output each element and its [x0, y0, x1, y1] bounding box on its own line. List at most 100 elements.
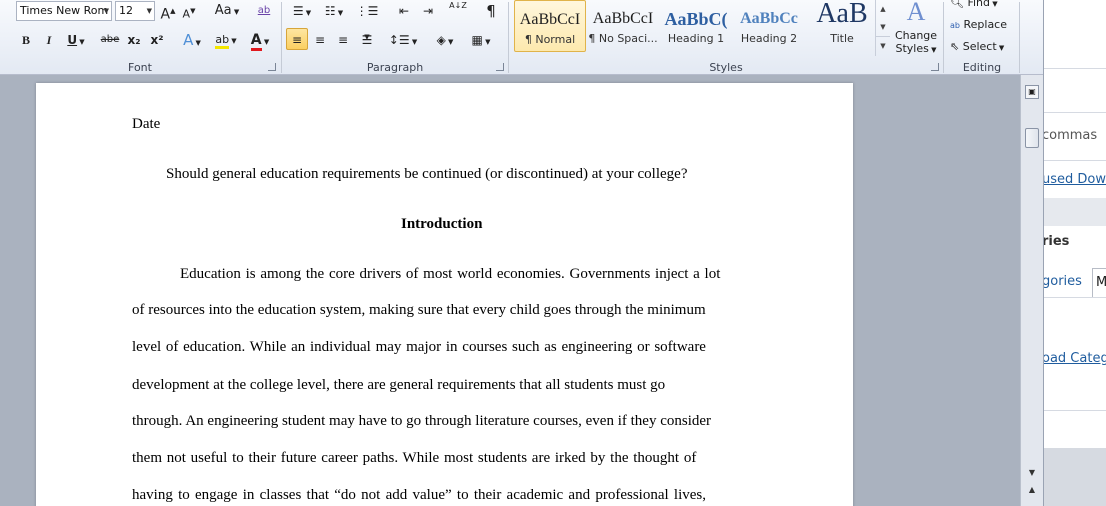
style-label: Heading 1: [667, 32, 725, 45]
style-sample: AaBbC(: [664, 9, 728, 29]
style-label: ¶ No Spaci...: [588, 32, 658, 45]
scroll-down-icon[interactable]: ▼: [1021, 468, 1043, 477]
ruler-toggle-icon[interactable]: ▣: [1025, 85, 1039, 99]
shading-button[interactable]: ◈ ▼: [430, 29, 460, 51]
align-right-button[interactable]: ≡: [333, 29, 353, 51]
divider: [1044, 68, 1106, 69]
chevron-up-icon[interactable]: ▲: [876, 0, 890, 18]
align-left-button[interactable]: ≡: [286, 28, 308, 50]
superscript-icon: x²: [150, 33, 164, 47]
pane-text-commas: commas: [1043, 128, 1098, 143]
numbering-icon: ☷: [324, 4, 336, 18]
dialog-launcher-icon[interactable]: [931, 63, 939, 71]
increase-indent-button[interactable]: ⇥: [418, 0, 438, 22]
chevron-down-icon[interactable]: ▼: [876, 18, 890, 36]
font-size-combo[interactable]: 12 ▼: [115, 1, 155, 21]
cursor-icon: ⇖: [950, 40, 960, 53]
replace-icon: ab: [950, 21, 960, 30]
style-heading-2[interactable]: AaBbCc Heading 2: [733, 0, 805, 52]
pane-tab-m-label: M: [1096, 275, 1106, 290]
clear-formatting-button[interactable]: ab: [254, 0, 274, 22]
italic-button[interactable]: I: [41, 29, 57, 51]
line-spacing-icon: ↕☰: [388, 33, 410, 47]
paragraph-group-label: Paragraph: [366, 61, 424, 74]
document-area: Date Should general education requiremen…: [0, 75, 1020, 506]
pane-band: [1044, 198, 1106, 226]
body-line: development at the college level, there …: [132, 377, 666, 393]
font-color-button[interactable]: A ▼: [246, 29, 274, 51]
style-label: Title: [830, 32, 854, 45]
replace-button[interactable]: ab Replace: [950, 14, 1018, 36]
clear-formatting-icon: ab: [257, 5, 271, 16]
pane-link-used-down[interactable]: used Down: [1044, 172, 1106, 187]
font-family-combo[interactable]: Times New Rom ▼: [16, 1, 112, 21]
font-color-icon: A: [250, 32, 262, 51]
more-icon[interactable]: ▼: [876, 36, 890, 54]
decrease-indent-icon: ⇤: [398, 4, 410, 18]
strikethrough-button[interactable]: abe: [99, 29, 121, 51]
chevron-down-icon: ▼: [146, 7, 152, 15]
superscript-button[interactable]: x²: [148, 29, 166, 51]
bold-button[interactable]: B: [18, 29, 34, 51]
document-page[interactable]: Date Should general education requiremen…: [36, 83, 853, 506]
grow-font-button[interactable]: A▲: [160, 0, 176, 23]
dialog-launcher-icon[interactable]: [496, 63, 504, 71]
previous-page-icon[interactable]: ▲: [1021, 485, 1043, 494]
font-group: Times New Rom ▼ 12 ▼ A▲ A▼ Aa ▼ ab B I U…: [0, 0, 280, 75]
section-heading: Introduction: [401, 216, 483, 232]
change-styles-button[interactable]: A Change Styles ▼: [893, 0, 939, 58]
numbering-button[interactable]: ☷ ▼: [320, 0, 348, 22]
subscript-icon: x₂: [127, 33, 141, 47]
subscript-button[interactable]: x₂: [125, 29, 143, 51]
gallery-scroll[interactable]: ▲ ▼ ▼: [875, 0, 890, 56]
pane-heading-ries: ries: [1043, 234, 1070, 249]
style-title[interactable]: AaB Title: [806, 0, 878, 52]
select-button[interactable]: ⇖ Select ▼: [950, 36, 1018, 58]
scroll-thumb[interactable]: [1025, 128, 1039, 148]
align-center-button[interactable]: ≡: [310, 29, 330, 51]
multilevel-list-button[interactable]: ⋮☰ ▼: [352, 0, 382, 41]
task-pane: commas used Down ries gories M oad Categ…: [1043, 0, 1106, 506]
sort-button[interactable]: A↓Z: [448, 0, 468, 22]
question-line: Should general education requirements be…: [166, 166, 688, 182]
align-left-icon: ≡: [291, 33, 303, 47]
font-group-label: Font: [128, 61, 152, 74]
show-hide-button[interactable]: ¶: [482, 0, 500, 22]
highlight-icon: ab: [215, 33, 230, 49]
pane-band: [1044, 448, 1106, 506]
body-line: of resources into the education system, …: [132, 302, 706, 318]
underline-button[interactable]: U ▼: [63, 29, 89, 51]
divider: [1044, 410, 1106, 411]
divider: [1044, 297, 1106, 298]
justify-icon: ☰: [361, 33, 373, 47]
highlight-button[interactable]: ab ▼: [210, 29, 242, 51]
style-normal[interactable]: AaBbCcI ¶ Normal: [514, 0, 586, 52]
paragraph-group: ☰ ▼ ☷ ▼ ⋮☰ ▼ ⇤ ⇥ A↓Z ¶ ≡ ≡ ≡ ☰ ↕☰ ▼ ◈ ▼ …: [282, 0, 508, 75]
text-effects-button[interactable]: A ▼: [178, 29, 206, 51]
editing-group-label: Editing: [962, 61, 1002, 74]
change-case-icon: Aa: [214, 3, 232, 18]
dialog-launcher-icon[interactable]: [268, 63, 276, 71]
bullets-button[interactable]: ☰ ▼: [288, 0, 316, 22]
style-no-spacing[interactable]: AaBbCcI ¶ No Spaci...: [587, 0, 659, 52]
divider: [1019, 2, 1020, 73]
line-spacing-button[interactable]: ↕☰ ▼: [388, 29, 418, 51]
styles-group-label: Styles: [709, 61, 743, 74]
justify-button[interactable]: ☰: [357, 29, 377, 51]
find-button[interactable]: 🔍︎ Find ▼: [950, 0, 1006, 14]
divider: [1044, 160, 1106, 161]
styles-gallery: AaBbCcI ¶ Normal AaBbCcI ¶ No Spaci... A…: [512, 0, 892, 57]
pane-link-load-category[interactable]: oad Catego: [1044, 351, 1106, 366]
pane-tab-m[interactable]: M: [1092, 268, 1106, 298]
style-sample: AaBbCcI: [592, 10, 654, 27]
change-case-button[interactable]: Aa ▼: [212, 0, 242, 22]
style-heading-1[interactable]: AaBbC( Heading 1: [660, 0, 732, 52]
decrease-indent-button[interactable]: ⇤: [394, 0, 414, 22]
vertical-scrollbar[interactable]: ▣ ▼ ▲: [1020, 75, 1043, 506]
borders-button[interactable]: ▦ ▼: [466, 29, 496, 51]
shrink-font-button[interactable]: A▼: [181, 0, 197, 22]
bullets-icon: ☰: [292, 4, 304, 18]
text-effects-icon: A: [183, 31, 194, 49]
body-line: level of education. While an individual …: [132, 339, 706, 355]
editing-group: 🔍︎ Find ▼ ab Replace ⇖ Select ▼ Editing: [944, 0, 1020, 75]
